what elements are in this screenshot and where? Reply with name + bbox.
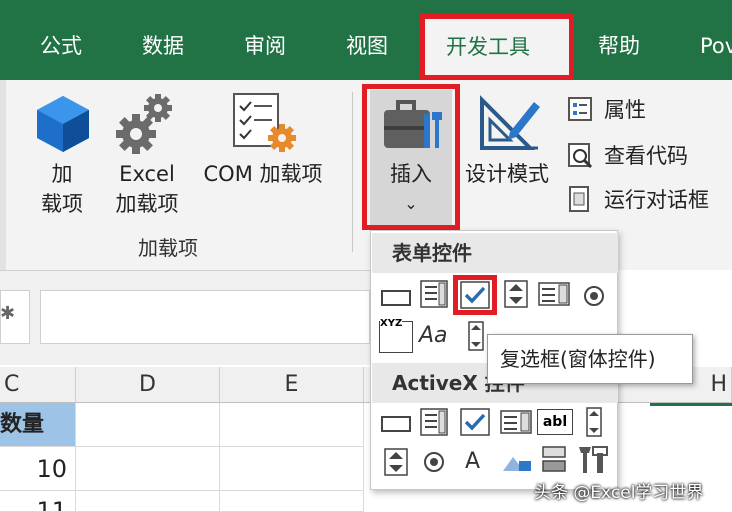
- design-mode-label: 设计模式: [465, 162, 549, 186]
- com-addins-icon: [233, 93, 296, 152]
- insert-button-highlight: [362, 84, 460, 230]
- cell[interactable]: [220, 491, 364, 512]
- view-code-icon: [568, 143, 593, 169]
- cell[interactable]: [220, 403, 364, 447]
- formula-input[interactable]: [40, 290, 370, 344]
- column-header-d[interactable]: D: [76, 367, 220, 403]
- properties-button[interactable]: 属性: [566, 92, 646, 126]
- run-dialog-icon: [569, 186, 589, 212]
- tab-view[interactable]: 视图: [346, 28, 388, 64]
- activex-list-box-icon[interactable]: [499, 407, 533, 437]
- activex-label-icon[interactable]: A: [465, 449, 480, 474]
- activex-text-box-icon[interactable]: abl: [537, 409, 573, 435]
- watermark: 头条 @Excel学习世界: [534, 483, 704, 503]
- properties-icon: [568, 97, 592, 121]
- activex-toggle-button-icon[interactable]: [537, 445, 571, 475]
- formula-options-icon[interactable]: ✱: [0, 303, 15, 327]
- addins-label-2: 载项: [41, 192, 83, 216]
- value-cell[interactable]: 10: [0, 447, 76, 491]
- group-box-control-icon[interactable]: XYZ: [379, 318, 413, 353]
- excel-addins-label-1: Excel: [119, 162, 175, 186]
- form-controls-header: 表单控件: [372, 233, 618, 273]
- group-box-label: XYZ: [380, 318, 403, 329]
- activex-option-button-icon[interactable]: [417, 447, 451, 477]
- column-header-e[interactable]: E: [220, 367, 364, 403]
- view-code-label: 查看代码: [604, 144, 688, 168]
- tab-review[interactable]: 审阅: [244, 28, 286, 64]
- addins-hex-icon: [37, 96, 89, 152]
- header-cell-quantity[interactable]: 数量: [0, 403, 76, 447]
- list-box-control-icon[interactable]: [537, 279, 571, 309]
- checkbox-tooltip: 复选框(窗体控件): [487, 334, 693, 384]
- tab-formulas[interactable]: 公式: [40, 28, 82, 64]
- column-header-c[interactable]: C: [0, 367, 76, 403]
- activex-scroll-bar-icon[interactable]: [577, 407, 611, 437]
- design-mode-icon: [480, 95, 540, 150]
- value-cell[interactable]: 11: [0, 491, 76, 512]
- activex-checkbox-icon[interactable]: [458, 407, 492, 437]
- addins-group-label: 加载项: [138, 236, 198, 260]
- checkbox-control-icon[interactable]: [458, 280, 492, 310]
- button-control-icon[interactable]: [379, 283, 413, 313]
- addins-label-1: 加: [51, 162, 73, 186]
- group-separator: [352, 92, 353, 252]
- cell[interactable]: [76, 403, 220, 447]
- activex-button-icon[interactable]: [379, 409, 413, 439]
- developer-tab-highlight: [420, 14, 574, 80]
- com-addins-label: COM 加载项: [203, 162, 323, 186]
- tab-help[interactable]: 帮助: [598, 28, 640, 64]
- tab-data[interactable]: 数据: [142, 28, 184, 64]
- combo-box-control-icon[interactable]: [417, 279, 451, 309]
- activex-image-icon[interactable]: [499, 445, 533, 475]
- gears-icon: [116, 94, 172, 154]
- cell[interactable]: [76, 491, 220, 512]
- cell[interactable]: [76, 447, 220, 491]
- option-button-control-icon[interactable]: [577, 281, 611, 311]
- selected-cell-border: [650, 403, 732, 406]
- excel-addins-label-2: 加载项: [115, 192, 179, 216]
- activex-spin-button-icon[interactable]: [379, 447, 413, 477]
- activex-combo-box-icon[interactable]: [417, 407, 451, 437]
- label-control-icon[interactable]: Aa: [419, 323, 448, 348]
- view-code-button[interactable]: 查看代码: [566, 138, 688, 172]
- cell[interactable]: [220, 447, 364, 491]
- ribbon-left-edge: [0, 80, 6, 270]
- tab-power[interactable]: Pov: [700, 28, 732, 64]
- run-dialog-label: 运行对话框: [604, 188, 709, 212]
- activex-more-controls-icon[interactable]: [577, 445, 611, 475]
- run-dialog-button[interactable]: 运行对话框: [566, 182, 709, 216]
- properties-label: 属性: [604, 98, 646, 122]
- spin-button-control-icon[interactable]: [499, 279, 533, 309]
